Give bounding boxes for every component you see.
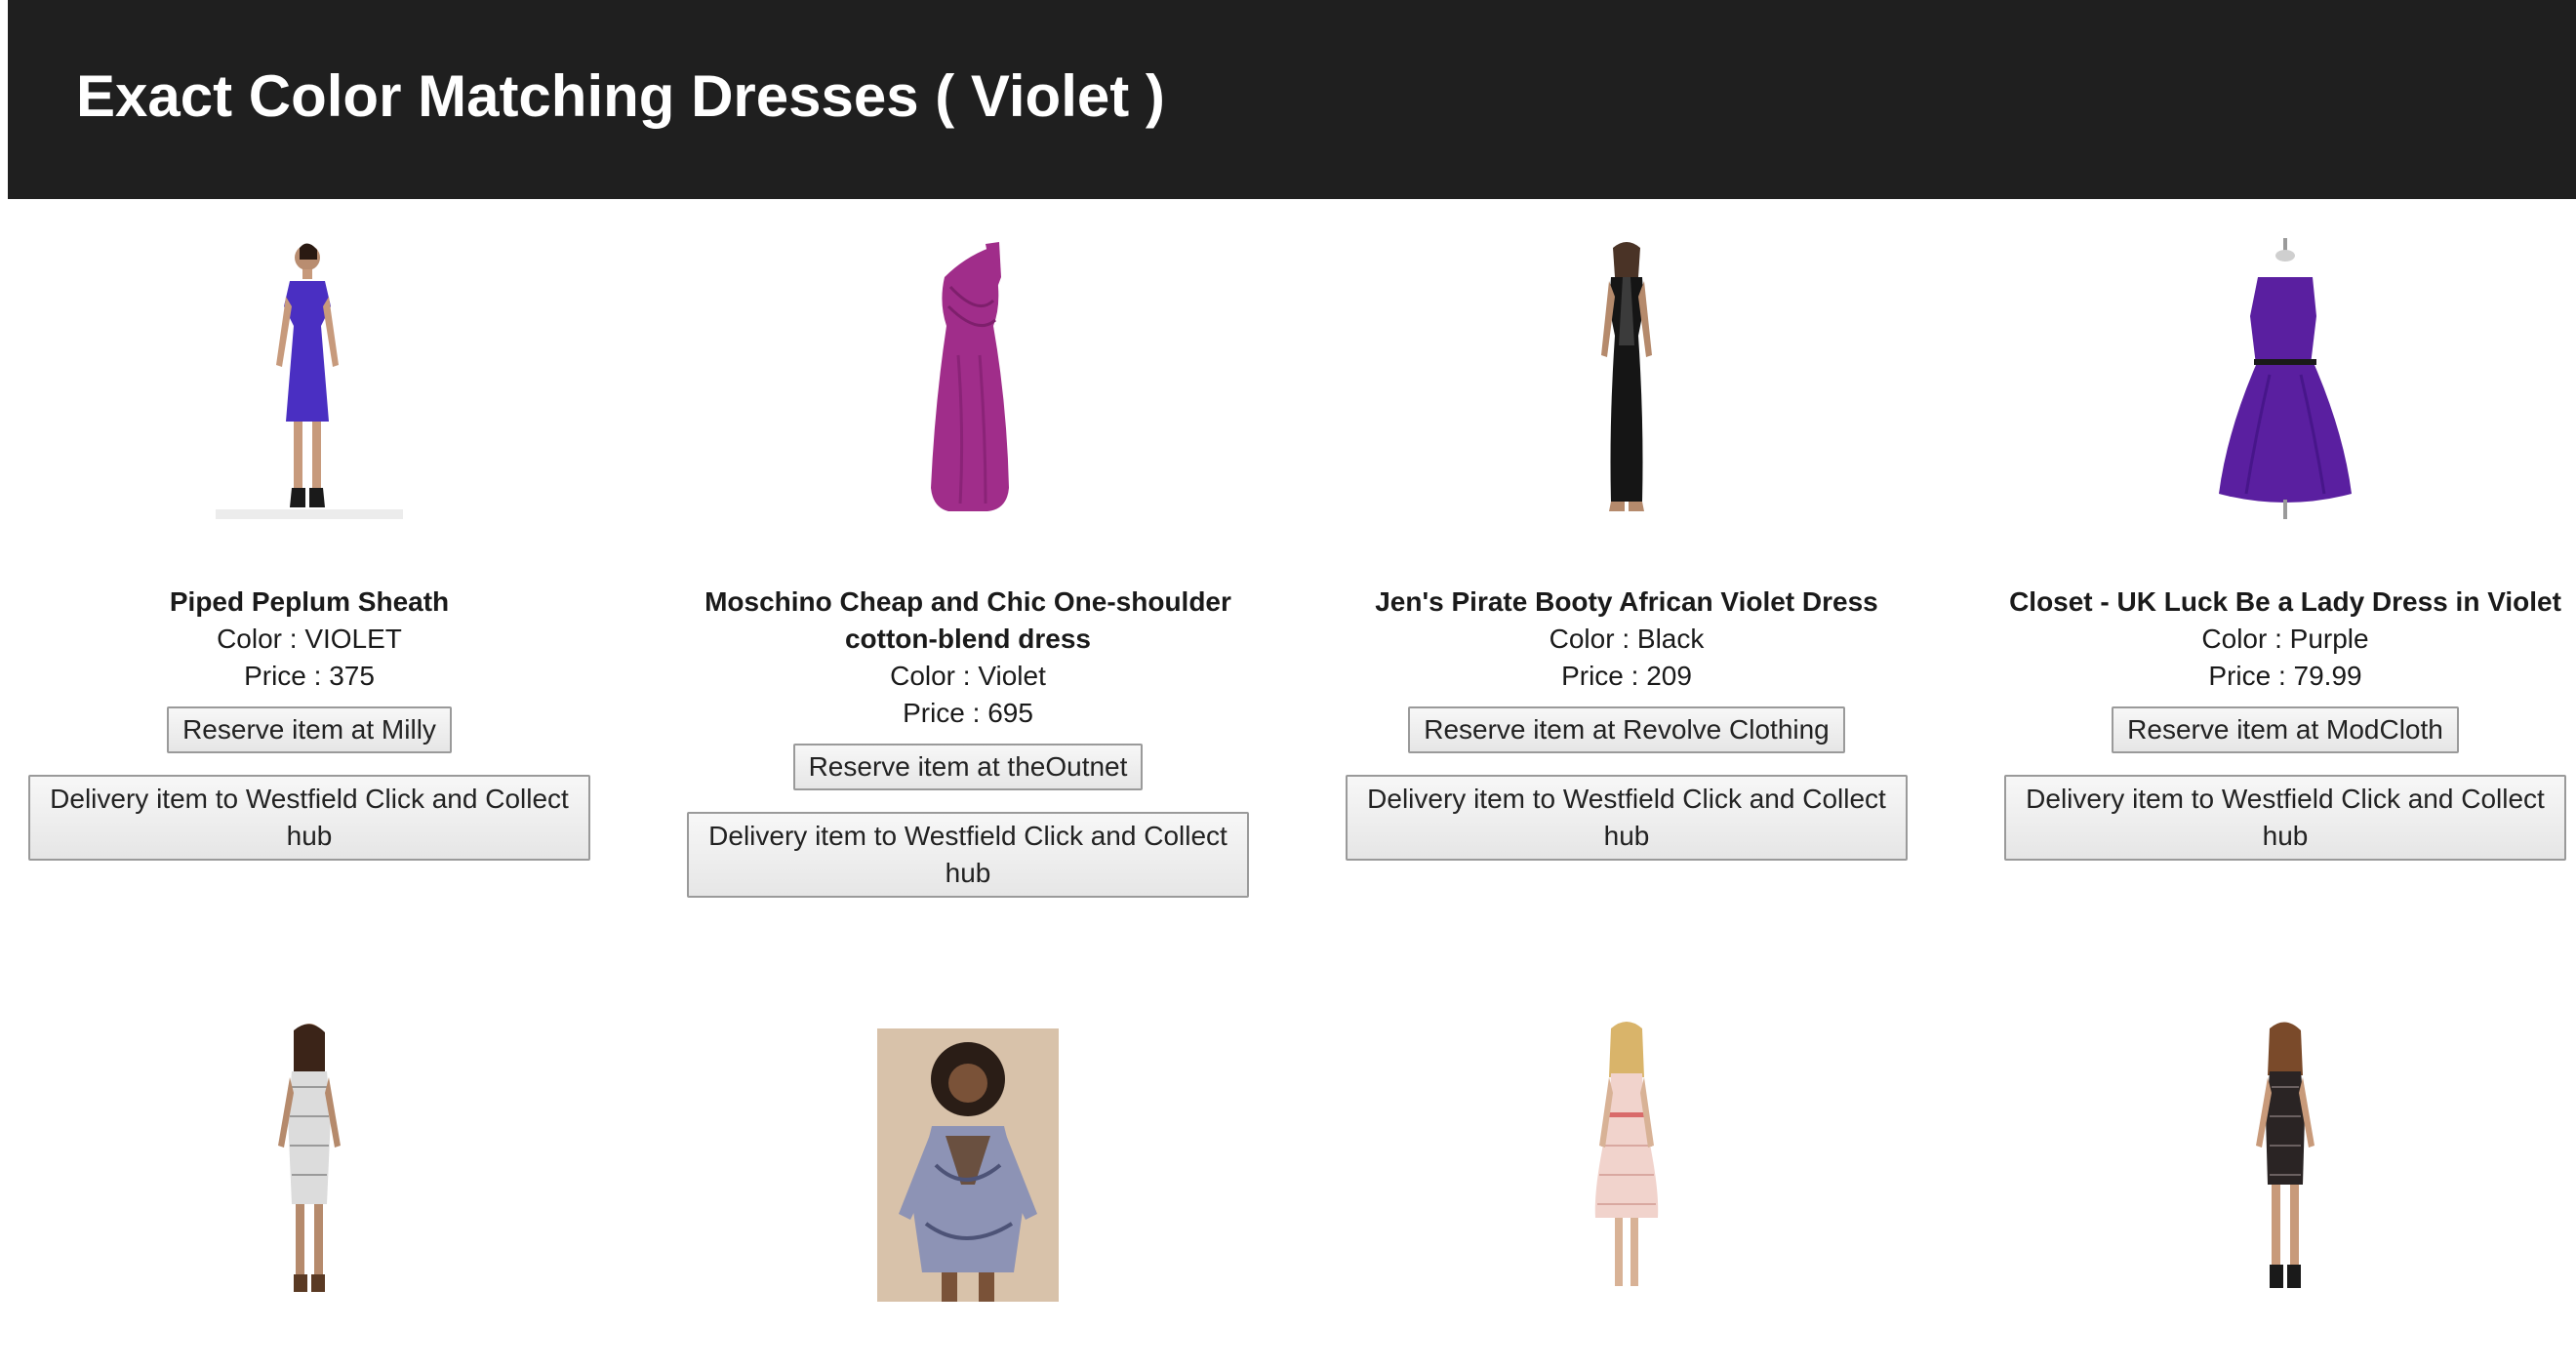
- delivery-button[interactable]: Delivery item to Westfield Click and Col…: [1346, 775, 1908, 861]
- dress-photo-icon: [931, 242, 1009, 511]
- product-name: Closet - UK Luck Be a Lady Dress in Viol…: [2009, 586, 2561, 617]
- reserve-button[interactable]: Reserve item at Milly: [167, 706, 452, 753]
- product-price: Price : 375: [244, 661, 375, 691]
- product-card: [1997, 1019, 2573, 1302]
- reserve-button[interactable]: Reserve item at theOutnet: [792, 744, 1144, 790]
- reserve-button[interactable]: Reserve item at ModCloth: [2112, 706, 2459, 753]
- product-image[interactable]: [680, 238, 1256, 521]
- product-price: Price : 209: [1561, 661, 1692, 691]
- page-title: Exact Color Matching Dresses ( Violet ): [76, 63, 1165, 129]
- dress-photo-icon: [278, 1024, 341, 1292]
- product-card: Closet - UK Luck Be a Lady Dress in Viol…: [1997, 238, 2573, 861]
- delivery-button[interactable]: Delivery item to Westfield Click and Col…: [2004, 775, 2566, 861]
- product-image[interactable]: [1339, 238, 1914, 521]
- dress-photo-icon: [216, 243, 403, 519]
- product-card: [21, 1019, 597, 1302]
- product-image[interactable]: [680, 1019, 1256, 1302]
- product-image[interactable]: [21, 1019, 597, 1302]
- dress-photo-icon: [2219, 238, 2352, 519]
- product-card: [680, 1019, 1256, 1302]
- product-color: Color : Purple: [2201, 624, 2369, 654]
- product-image[interactable]: [1997, 238, 2573, 521]
- product-color: Color : Black: [1549, 624, 1705, 654]
- dress-photo-icon: [1601, 242, 1652, 511]
- reserve-button[interactable]: Reserve item at Revolve Clothing: [1408, 706, 1845, 753]
- product-name: Piped Peplum Sheath: [169, 586, 450, 617]
- delivery-button[interactable]: Delivery item to Westfield Click and Col…: [687, 812, 1249, 898]
- dress-photo-icon: [1594, 1022, 1659, 1286]
- product-price: Price : 695: [903, 698, 1033, 728]
- product-price: Price : 79.99: [2208, 661, 2362, 691]
- product-name: Jen's Pirate Booty African Violet Dress: [1375, 586, 1878, 617]
- page-header: Exact Color Matching Dresses ( Violet ): [8, 0, 2576, 199]
- product-card: Moschino Cheap and Chic One-shoulder cot…: [680, 238, 1256, 898]
- product-image[interactable]: [1339, 1019, 1914, 1302]
- delivery-button[interactable]: Delivery item to Westfield Click and Col…: [28, 775, 590, 861]
- dress-photo-icon: [877, 1028, 1059, 1302]
- product-color: Color : Violet: [890, 661, 1046, 691]
- product-card: [1339, 1019, 1914, 1302]
- product-grid: Piped Peplum Sheath Color : VIOLET Price…: [0, 199, 2576, 1370]
- product-image[interactable]: [1997, 1019, 2573, 1302]
- product-name: Moschino Cheap and Chic One-shoulder cot…: [704, 586, 1231, 654]
- product-card: Jen's Pirate Booty African Violet Dress …: [1339, 238, 1914, 861]
- product-image[interactable]: [21, 238, 597, 521]
- dress-photo-icon: [2256, 1022, 2314, 1288]
- product-card: Piped Peplum Sheath Color : VIOLET Price…: [21, 238, 597, 861]
- product-color: Color : VIOLET: [217, 624, 402, 654]
